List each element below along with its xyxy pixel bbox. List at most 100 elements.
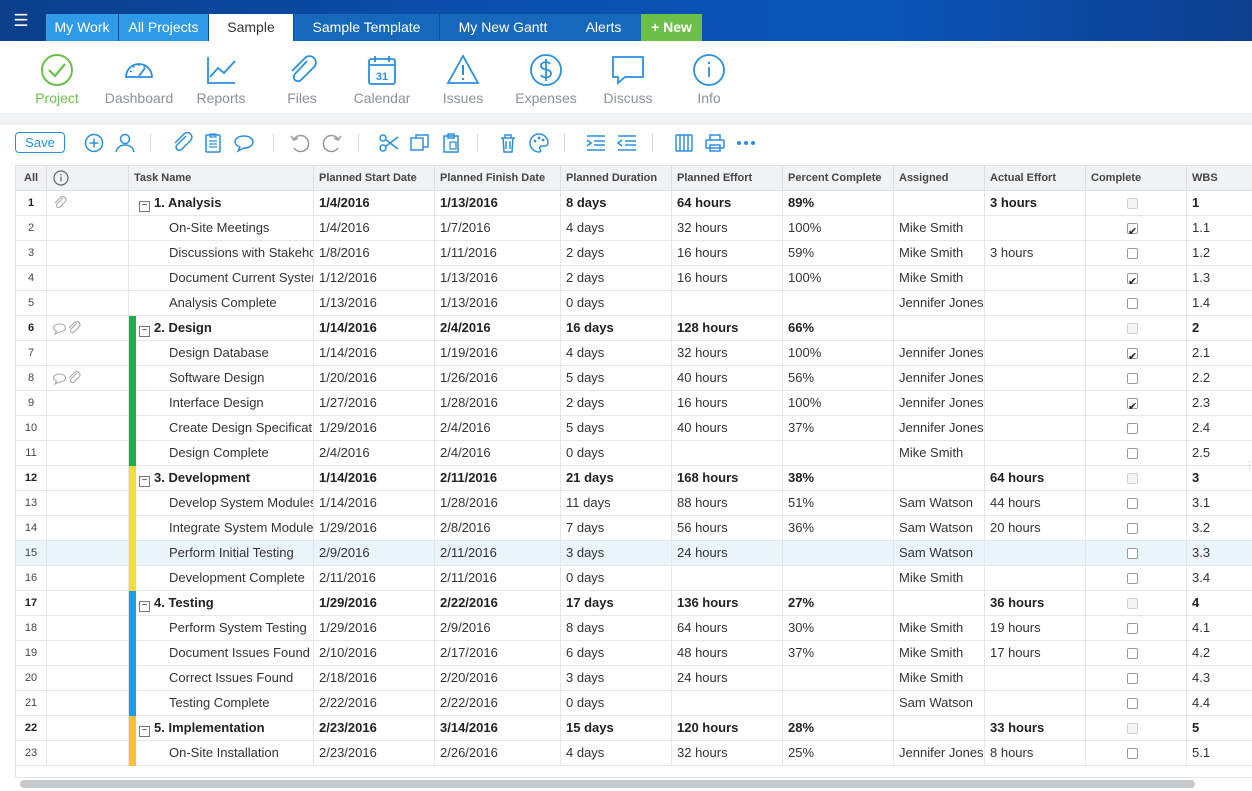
effort-cell[interactable]: 32 hours: [672, 216, 783, 240]
actual-cell[interactable]: 36 hours: [985, 591, 1086, 615]
add-task-icon[interactable]: [82, 131, 106, 155]
pct-cell[interactable]: [783, 291, 894, 315]
undo-icon[interactable]: [288, 131, 312, 155]
row-number[interactable]: 4: [16, 266, 47, 290]
dur-cell[interactable]: 0 days: [561, 441, 672, 465]
pct-cell[interactable]: 27%: [783, 591, 894, 615]
column-header-planned-effort[interactable]: Planned Effort: [672, 166, 783, 191]
attachment-icon[interactable]: [67, 321, 81, 335]
color-palette-icon[interactable]: [527, 131, 551, 155]
actual-cell[interactable]: [985, 566, 1086, 590]
dur-cell[interactable]: 8 days: [561, 616, 672, 640]
assigned-cell[interactable]: Sam Watson: [894, 541, 985, 565]
column-header-assigned[interactable]: Assigned: [894, 166, 985, 191]
task-name-cell[interactable]: Document Issues Found: [129, 641, 314, 665]
assigned-cell[interactable]: [894, 716, 985, 740]
row-number[interactable]: 16: [16, 566, 47, 590]
actual-cell[interactable]: [985, 441, 1086, 465]
wbs-cell[interactable]: 1.2: [1187, 241, 1252, 265]
wbs-cell[interactable]: 1.3: [1187, 266, 1252, 290]
nav-files[interactable]: Files: [263, 41, 341, 113]
effort-cell[interactable]: 136 hours: [672, 591, 783, 615]
finish-cell[interactable]: 1/13/2016: [435, 291, 561, 315]
summary-task-row[interactable]: 1−1. Analysis 1/4/2016 1/13/2016 8 days 64 h…: [16, 191, 1252, 216]
dur-cell[interactable]: 15 days: [561, 716, 672, 740]
dur-cell[interactable]: 3 days: [561, 541, 672, 565]
finish-cell[interactable]: 3/14/2016: [435, 716, 561, 740]
complete-checkbox[interactable]: [1127, 323, 1138, 334]
summary-task-row[interactable]: 22−5. Implementation 2/23/2016 3/14/2016 15…: [16, 716, 1252, 741]
dur-cell[interactable]: 2 days: [561, 241, 672, 265]
dur-cell[interactable]: 4 days: [561, 216, 672, 240]
finish-cell[interactable]: 2/11/2016: [435, 566, 561, 590]
task-name-cell[interactable]: −2. Design: [129, 316, 314, 340]
column-header-planned-finish-date[interactable]: Planned Finish Date: [435, 166, 561, 191]
task-row[interactable]: 21 Testing Complete 2/22/2016 2/22/2016 0 da…: [16, 691, 1252, 716]
pct-cell[interactable]: 66%: [783, 316, 894, 340]
summary-task-row[interactable]: 6−2. Design 1/14/2016 2/4/2016 16 days 128 h…: [16, 316, 1252, 341]
actual-cell[interactable]: 3 hours: [985, 191, 1086, 215]
task-row[interactable]: 3 Discussions with Stakeholders1/8/20161/…: [16, 241, 1252, 266]
task-name-cell[interactable]: Develop System Modules: [129, 491, 314, 515]
task-name-cell[interactable]: On-Site Installation: [129, 741, 314, 765]
wbs-cell[interactable]: 3.2: [1187, 516, 1252, 540]
dur-cell[interactable]: 16 days: [561, 316, 672, 340]
start-cell[interactable]: 2/10/2016: [314, 641, 435, 665]
wbs-cell[interactable]: 4.2: [1187, 641, 1252, 665]
start-cell[interactable]: 1/14/2016: [314, 341, 435, 365]
finish-cell[interactable]: 2/11/2016: [435, 466, 561, 490]
finish-cell[interactable]: 2/4/2016: [435, 416, 561, 440]
wbs-cell[interactable]: 2: [1187, 316, 1252, 340]
actual-cell[interactable]: 20 hours: [985, 516, 1086, 540]
start-cell[interactable]: 1/29/2016: [314, 516, 435, 540]
nav-expenses[interactable]: Expenses: [504, 41, 588, 113]
task-row[interactable]: 10 Create Design Specification 1/29/2016 2/…: [16, 416, 1252, 441]
wbs-cell[interactable]: 4.1: [1187, 616, 1252, 640]
attach-icon[interactable]: [170, 131, 194, 155]
start-cell[interactable]: 2/11/2016: [314, 566, 435, 590]
actual-cell[interactable]: [985, 266, 1086, 290]
nav-info[interactable]: Info: [670, 41, 748, 113]
actual-cell[interactable]: 64 hours: [985, 466, 1086, 490]
row-number[interactable]: 9: [16, 391, 47, 415]
wbs-cell[interactable]: 2.2: [1187, 366, 1252, 390]
complete-checkbox[interactable]: [1127, 723, 1138, 734]
dur-cell[interactable]: 0 days: [561, 566, 672, 590]
nav-discuss[interactable]: Discuss: [589, 41, 667, 113]
effort-cell[interactable]: 32 hours: [672, 341, 783, 365]
wbs-cell[interactable]: 3.4: [1187, 566, 1252, 590]
pct-cell[interactable]: 56%: [783, 366, 894, 390]
start-cell[interactable]: 1/8/2016: [314, 241, 435, 265]
complete-checkbox[interactable]: [1127, 395, 1138, 415]
task-row[interactable]: 13 Develop System Modules 1/14/2016 1/28/20…: [16, 491, 1252, 516]
finish-cell[interactable]: 1/13/2016: [435, 266, 561, 290]
actual-cell[interactable]: 33 hours: [985, 716, 1086, 740]
dur-cell[interactable]: 2 days: [561, 391, 672, 415]
assign-user-icon[interactable]: [113, 131, 137, 155]
row-number[interactable]: 10: [16, 416, 47, 440]
assigned-cell[interactable]: Sam Watson: [894, 491, 985, 515]
task-row[interactable]: 7 Design Database 1/14/2016 1/19/2016 4 days…: [16, 341, 1252, 366]
pct-cell[interactable]: [783, 541, 894, 565]
assigned-cell[interactable]: [894, 316, 985, 340]
wbs-cell[interactable]: 2.1: [1187, 341, 1252, 365]
pct-cell[interactable]: 51%: [783, 491, 894, 515]
actual-cell[interactable]: [985, 541, 1086, 565]
assigned-cell[interactable]: [894, 191, 985, 215]
nav-issues[interactable]: Issues: [424, 41, 502, 113]
horizontal-scrollbar[interactable]: [15, 777, 1252, 791]
comment-icon[interactable]: [52, 322, 67, 336]
task-row[interactable]: 20 Correct Issues Found 2/18/2016 2/20/2016…: [16, 666, 1252, 691]
task-name-cell[interactable]: Correct Issues Found: [129, 666, 314, 690]
task-row[interactable]: 14 Integrate System Modules 1/29/2016 2/8/2…: [16, 516, 1252, 541]
task-name-cell[interactable]: Testing Complete: [129, 691, 314, 715]
assigned-cell[interactable]: Jennifer Jones: [894, 391, 985, 415]
assigned-cell[interactable]: Jennifer Jones: [894, 341, 985, 365]
start-cell[interactable]: 1/29/2016: [314, 416, 435, 440]
start-cell[interactable]: 1/20/2016: [314, 366, 435, 390]
task-row[interactable]: 18 Perform System Testing 1/29/2016 2/9/201…: [16, 616, 1252, 641]
nav-project[interactable]: Project: [17, 41, 97, 113]
dur-cell[interactable]: 4 days: [561, 741, 672, 765]
pct-cell[interactable]: 100%: [783, 266, 894, 290]
pct-cell[interactable]: 100%: [783, 216, 894, 240]
